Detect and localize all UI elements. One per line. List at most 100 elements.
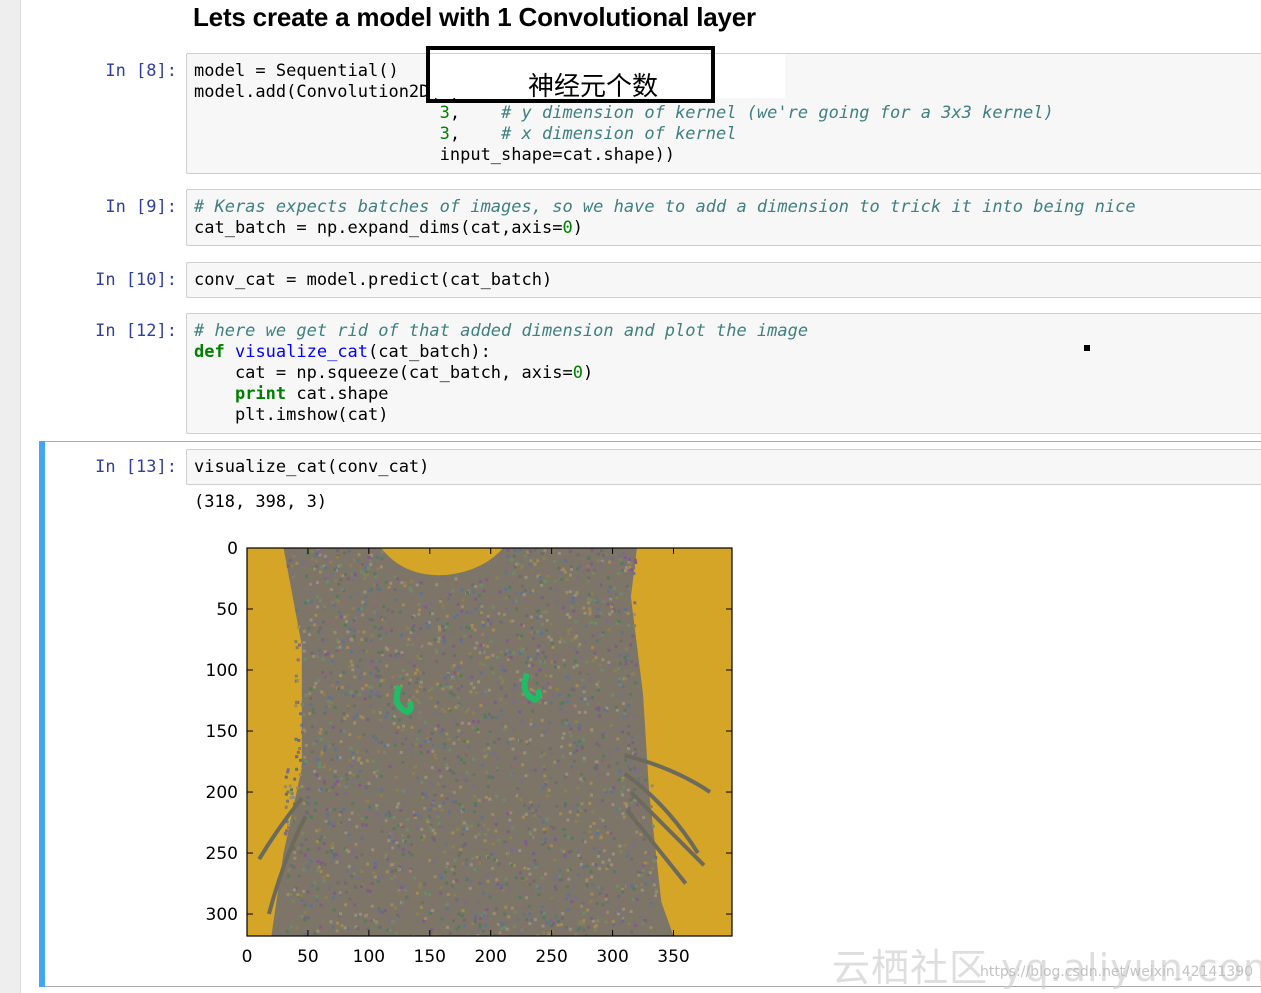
noise-pixel — [288, 558, 292, 562]
noise-pixel — [626, 850, 630, 854]
noise-pixel — [568, 743, 572, 747]
noise-pixel — [532, 674, 536, 678]
noise-pixel — [372, 610, 376, 614]
noise-pixel — [394, 868, 398, 872]
noise-pixel — [360, 885, 364, 889]
noise-pixel — [289, 892, 293, 896]
noise-pixel — [536, 559, 540, 563]
noise-pixel — [450, 770, 454, 774]
noise-pixel — [465, 858, 469, 862]
code-input[interactable]: visualize_cat(conv_cat) — [186, 449, 1261, 485]
noise-pixel — [621, 812, 625, 816]
noise-pixel — [472, 893, 476, 897]
noise-pixel — [594, 924, 598, 928]
noise-pixel — [439, 775, 443, 779]
code-cell-12[interactable]: In [12]: # here we get rid of that added… — [40, 313, 1261, 434]
noise-pixel — [295, 926, 299, 930]
noise-pixel — [527, 864, 531, 868]
noise-pixel — [302, 889, 306, 893]
noise-pixel — [499, 697, 503, 701]
noise-pixel — [579, 777, 583, 781]
noise-pixel — [358, 843, 362, 847]
noise-pixel — [623, 656, 627, 660]
noise-pixel — [339, 729, 343, 733]
noise-pixel — [606, 576, 610, 580]
noise-pixel — [603, 849, 607, 853]
noise-pixel — [583, 830, 587, 834]
code-cell-13[interactable]: In [13]: visualize_cat(conv_cat) — [40, 449, 1261, 485]
noise-pixel — [459, 684, 463, 688]
noise-pixel — [623, 843, 627, 847]
noise-pixel — [320, 921, 324, 925]
code-input[interactable]: conv_cat = model.predict(cat_batch) — [186, 262, 1261, 298]
code-cell-10[interactable]: In [10]: conv_cat = model.predict(cat_ba… — [40, 262, 1261, 298]
code-input[interactable]: # here we get rid of that added dimensio… — [186, 313, 1261, 434]
noise-pixel — [634, 663, 638, 667]
noise-pixel — [620, 631, 624, 635]
noise-pixel — [531, 663, 535, 667]
noise-pixel — [528, 922, 532, 926]
noise-pixel — [309, 582, 313, 586]
code-text[interactable]: visualize_cat(conv_cat) — [187, 450, 1261, 478]
noise-pixel — [618, 921, 622, 925]
noise-pixel — [350, 638, 354, 642]
noise-pixel — [329, 587, 333, 591]
noise-pixel — [312, 710, 316, 714]
noise-pixel — [553, 723, 557, 727]
noise-pixel — [584, 809, 588, 813]
code-text[interactable]: # Keras expects batches of images, so we… — [187, 190, 1261, 239]
noise-pixel — [391, 840, 395, 844]
noise-pixel — [581, 922, 585, 926]
noise-pixel — [338, 756, 342, 760]
noise-pixel — [553, 838, 557, 842]
noise-pixel — [295, 755, 299, 759]
noise-pixel — [472, 719, 476, 723]
noise-pixel — [501, 681, 505, 685]
code-text[interactable]: # here we get rid of that added dimensio… — [187, 314, 1261, 426]
noise-pixel — [530, 630, 534, 634]
code-text[interactable]: conv_cat = model.predict(cat_batch) — [187, 263, 1261, 291]
noise-pixel — [312, 581, 316, 585]
noise-pixel — [607, 764, 611, 768]
noise-pixel — [345, 869, 349, 873]
noise-pixel — [588, 824, 592, 828]
noise-pixel — [306, 795, 310, 799]
noise-pixel — [309, 815, 313, 819]
noise-pixel — [560, 857, 564, 861]
noise-pixel — [377, 817, 381, 821]
noise-pixel — [365, 749, 369, 753]
noise-pixel — [543, 549, 547, 553]
noise-pixel — [560, 848, 564, 852]
noise-pixel — [533, 742, 537, 746]
noise-pixel — [461, 731, 465, 735]
noise-pixel — [352, 619, 356, 623]
noise-pixel — [292, 865, 296, 869]
noise-pixel — [535, 609, 539, 613]
noise-pixel — [505, 639, 509, 643]
noise-pixel — [631, 870, 635, 874]
code-cell-9[interactable]: In [9]: # Keras expects batches of image… — [40, 189, 1261, 246]
noise-pixel — [437, 676, 441, 680]
noise-pixel — [388, 846, 392, 850]
noise-pixel — [572, 688, 576, 692]
noise-pixel — [351, 802, 355, 806]
noise-pixel — [440, 871, 444, 875]
noise-pixel — [445, 902, 449, 906]
noise-pixel — [594, 656, 598, 660]
noise-pixel — [368, 917, 372, 921]
noise-pixel — [420, 581, 424, 585]
code-input[interactable]: # Keras expects batches of images, so we… — [186, 189, 1261, 246]
noise-pixel — [471, 856, 475, 860]
noise-pixel — [332, 891, 336, 895]
noise-pixel — [436, 782, 440, 786]
noise-pixel — [624, 659, 628, 663]
noise-pixel — [580, 904, 584, 908]
noise-pixel — [306, 648, 310, 652]
noise-pixel — [477, 680, 481, 684]
noise-pixel — [573, 914, 577, 918]
noise-pixel — [360, 638, 364, 642]
noise-pixel — [609, 832, 613, 836]
noise-pixel — [523, 892, 527, 896]
noise-pixel — [335, 615, 339, 619]
noise-pixel — [357, 553, 361, 557]
